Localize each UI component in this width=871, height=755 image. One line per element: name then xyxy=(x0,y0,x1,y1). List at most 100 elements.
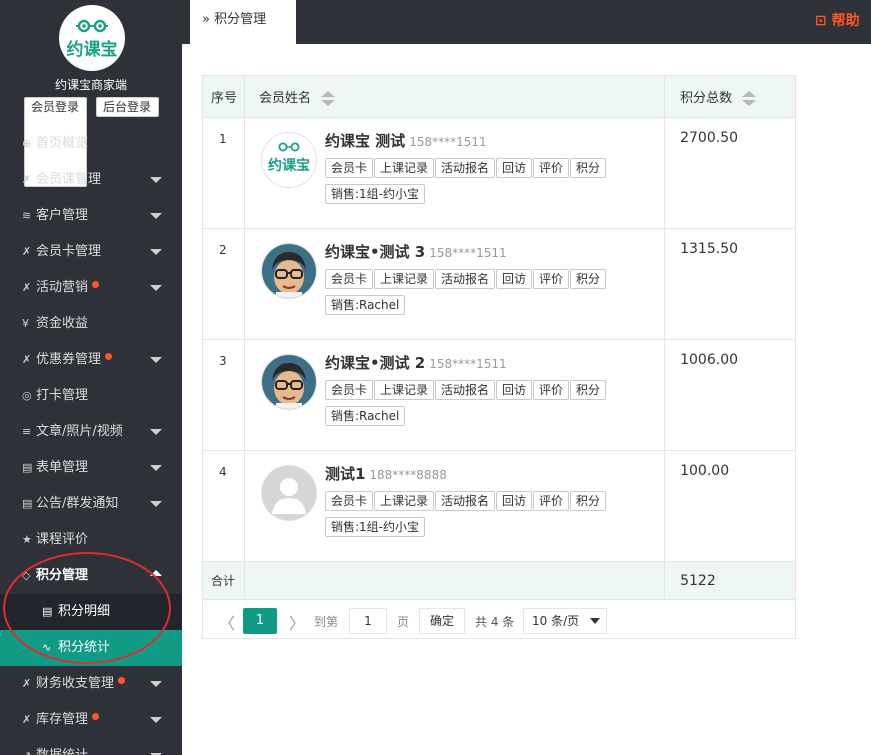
tag-button[interactable]: 上课记录 xyxy=(373,491,434,511)
sidebar-item[interactable]: ◎ 打卡管理 xyxy=(0,378,182,414)
sidebar-item[interactable]: ✗ 库存管理 xyxy=(0,702,182,738)
tag-button[interactable]: 积分 xyxy=(570,380,607,400)
total-label: 合计 xyxy=(202,561,245,600)
tag-button[interactable]: 积分 xyxy=(570,269,607,289)
tag-button[interactable]: 活动报名 xyxy=(434,491,495,511)
caret-down-icon xyxy=(150,357,162,363)
notification-dot xyxy=(92,713,100,720)
goto-page-input[interactable]: 1 xyxy=(349,608,387,634)
text-icon: ≡ xyxy=(22,425,32,438)
caret-down-icon xyxy=(150,213,162,219)
globe-icon: ⊕ xyxy=(22,137,32,150)
member-name[interactable]: 约课宝 测试 xyxy=(325,132,405,150)
sidebar-subitem-label: 积分明细 xyxy=(58,604,111,619)
wrench-icon: ✗ xyxy=(22,173,32,186)
diamond-icon: ◇ xyxy=(22,569,31,582)
member-name-line: 约课宝•测试 3 158****1511 xyxy=(325,241,645,262)
dropdown-icon xyxy=(590,618,600,624)
sidebar-item[interactable]: ▤ 公告/群发通知 xyxy=(0,486,182,522)
sidebar-item[interactable]: ✗ 会员课管理 xyxy=(0,162,182,198)
member-info: 约课宝•测试 3 158****1511 会员卡 上课记录 活动报名 回访 评价 积分 销售:R… xyxy=(324,241,645,318)
tag-button[interactable]: 上课记录 xyxy=(373,380,434,400)
tag-button[interactable]: 积分 xyxy=(570,491,607,511)
sidebar-item-label: 积分管理 xyxy=(36,568,89,583)
backend-login-button[interactable]: 后台登录 xyxy=(96,97,159,117)
header-name[interactable]: 会员姓名 xyxy=(243,75,666,118)
sidebar-item[interactable]: ✗ 会员卡管理 xyxy=(0,234,182,270)
confirm-button[interactable]: 确定 xyxy=(419,608,465,634)
member-info: 约课宝•测试 2 158****1511 会员卡 上课记录 活动报名 回访 评价 积分 销售:R… xyxy=(324,352,645,429)
notification-dot xyxy=(118,677,126,684)
avatar[interactable] xyxy=(260,243,317,299)
tag-button[interactable]: 会员卡 xyxy=(324,158,373,178)
prev-page-icon[interactable]: 〈 xyxy=(219,610,235,634)
tag-button[interactable]: 上课记录 xyxy=(373,158,434,178)
shop-name: 约课宝商家端 xyxy=(54,78,127,92)
sidebar-item-label: 会员课管理 xyxy=(36,172,102,187)
row-member: 约课宝 约课宝 测试 158****1511 会员卡 上课记录 活动报名 回访 评价 积分 销售:… xyxy=(243,117,666,229)
table-icon: ▤ xyxy=(42,605,53,618)
caret-up-icon xyxy=(150,570,162,576)
sidebar-item[interactable]: ↗数据统计 xyxy=(0,738,182,755)
member-name[interactable]: 约课宝•测试 2 xyxy=(325,354,425,372)
caret-down-icon xyxy=(150,429,162,435)
row-index: 4 xyxy=(202,450,245,562)
next-page-icon[interactable]: 〉 xyxy=(289,610,305,634)
total-points: 5122 xyxy=(664,561,796,600)
sidebar-item[interactable]: ★ 课程评价 xyxy=(0,522,182,558)
sidebar-item[interactable]: ✗ 优惠券管理 xyxy=(0,342,182,378)
member-name-line: 约课宝 测试 158****1511 xyxy=(325,130,645,151)
sort-icon[interactable] xyxy=(742,91,757,106)
double-chevron-icon: » xyxy=(202,12,210,27)
sidebar-item[interactable]: ✗ 财务收支管理 xyxy=(0,666,182,702)
tag-button[interactable]: 会员卡 xyxy=(324,269,373,289)
tag-button[interactable]: 活动报名 xyxy=(434,158,495,178)
avatar[interactable] xyxy=(260,354,317,410)
tag-button[interactable]: 会员卡 xyxy=(324,491,373,511)
brand-logo: 约课宝 xyxy=(59,5,125,71)
tag-button[interactable]: 上课记录 xyxy=(373,269,434,289)
sidebar-item-points[interactable]: ◇ 积分管理 xyxy=(0,558,182,594)
tag-button[interactable]: 评价 xyxy=(533,269,570,289)
sidebar-item[interactable]: ▤ 表单管理 xyxy=(0,450,182,486)
tab-label: 积分管理 xyxy=(214,12,267,27)
sidebar-subitem[interactable]: ∿ 积分统计 xyxy=(0,630,182,666)
sidebar-item[interactable]: ⊕ 首页概览 xyxy=(0,126,182,162)
header-points[interactable]: 积分总数 xyxy=(664,75,796,118)
member-phone: 158****1511 xyxy=(429,246,507,260)
tag-button[interactable]: 回访 xyxy=(496,158,533,178)
member-name[interactable]: 测试1 xyxy=(325,465,365,483)
wrench-icon: ✗ xyxy=(22,353,32,366)
tag-button[interactable]: 回访 xyxy=(496,269,533,289)
tag-button[interactable]: 活动报名 xyxy=(434,380,495,400)
member-cell: 测试1 188****8888 会员卡 上课记录 活动报名 回访 评价 积分 销售:1组-约小宝 xyxy=(260,465,664,555)
help-button[interactable]: ⊡ 帮助 xyxy=(815,10,860,30)
tag-button[interactable]: 评价 xyxy=(533,158,570,178)
tag-button[interactable]: 评价 xyxy=(533,491,570,511)
row-points: 100.00 xyxy=(664,450,796,562)
tag-button[interactable]: 评价 xyxy=(533,380,570,400)
header-name-label: 会员姓名 xyxy=(258,91,311,106)
tag-button[interactable]: 回访 xyxy=(496,491,533,511)
tag-button[interactable]: 回访 xyxy=(496,380,533,400)
sidebar-item[interactable]: ¥ 资金收益 xyxy=(0,306,182,342)
page-size-select[interactable]: 10 条/页 xyxy=(523,608,607,634)
points-table: 序号 会员姓名 积分总数 1 约课宝 约课宝 测试 158****1511 会员卡 上课记… xyxy=(202,75,796,600)
avatar[interactable]: 约课宝 xyxy=(260,132,317,188)
sort-icon[interactable] xyxy=(321,91,336,106)
avatar[interactable] xyxy=(260,465,317,521)
tag-button[interactable]: 活动报名 xyxy=(434,269,495,289)
sidebar-item[interactable]: ≡ 文章/照片/视频 xyxy=(0,414,182,450)
sales-tag: 销售:Rachel xyxy=(324,406,406,426)
page-1-button[interactable]: 1 xyxy=(243,608,277,634)
sidebar-item[interactable]: ✗ 活动营销 xyxy=(0,270,182,306)
tag-button[interactable]: 会员卡 xyxy=(324,380,373,400)
tab-points-management[interactable]: » 积分管理 xyxy=(190,0,296,44)
tag-button[interactable]: 积分 xyxy=(570,158,607,178)
sidebar-item-label: 数据统计 xyxy=(36,748,88,755)
sidebar-subitem[interactable]: ▤ 积分明细 xyxy=(0,594,182,630)
sidebar-item-label: 公告/群发通知 xyxy=(36,496,119,511)
yen-icon: ¥ xyxy=(22,317,29,330)
member-name[interactable]: 约课宝•测试 3 xyxy=(325,243,425,261)
sidebar-item[interactable]: ≋ 客户管理 xyxy=(0,198,182,234)
